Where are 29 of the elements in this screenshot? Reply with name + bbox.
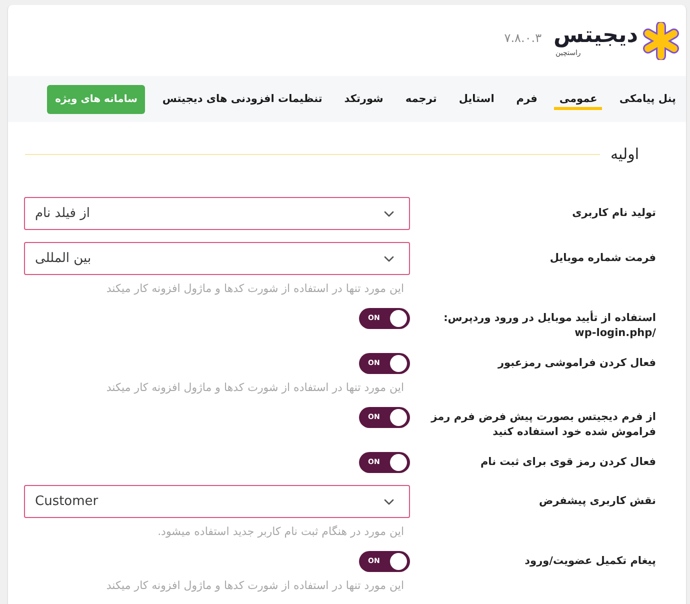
select-dropdown[interactable]: از فیلد نام: [24, 197, 410, 230]
chevron-down-icon: [384, 498, 394, 504]
setting-label: نقش کاربری پیشفرض: [539, 494, 656, 509]
nav-tab[interactable]: فرم: [511, 88, 542, 110]
version-label: ۷.۸.۰.۳: [504, 30, 542, 46]
help-text: این مورد تنها در استفاده از شورت کدها و ماژول افزونه کار میکند: [106, 578, 404, 593]
nav-tab[interactable]: عمومی: [554, 88, 602, 110]
setting-label: استفاده از تأیید موبایل در ورود وردپرس: /wp-login.php: [442, 310, 656, 341]
section-title: اولیه: [610, 144, 639, 164]
nav-tab[interactable]: استایل: [454, 88, 500, 110]
nav-tab[interactable]: شورتکد: [339, 88, 388, 110]
select-dropdown[interactable]: بین المللی: [24, 242, 410, 275]
setting-label: تولید نام کاربری: [572, 206, 656, 221]
chevron-down-icon: [384, 256, 394, 262]
select-dropdown[interactable]: Customer: [24, 485, 410, 518]
nav-tab[interactable]: پنل پیامکی: [614, 88, 681, 110]
logo-wordmark: دیجیتس: [554, 23, 638, 49]
help-text: این مورد تنها در استفاده از شورت کدها و ماژول افزونه کار میکند: [106, 380, 404, 395]
asterisk-logo-icon: [642, 22, 680, 60]
setting-label: فعال کردن فراموشی رمزعبور: [498, 356, 656, 371]
setting-label: پیغام تکمیل عضویت/ورود: [524, 554, 656, 569]
nav-tab[interactable]: ترجمه: [400, 88, 442, 110]
help-text: این مورد در هنگام ثبت نام کاربر جدید استفاده میشود.: [158, 524, 404, 539]
setting-label: از فرم دیجیتس بصورت پیش فرض فرم رمز فراموش شده خود استفاده کنید: [430, 410, 656, 440]
help-text: این مورد تنها در استفاده از شورت کدها و ماژول افزونه کار میکند: [106, 281, 404, 296]
setting-label: فعال کردن رمز قوی برای ثبت نام: [480, 455, 656, 470]
chevron-down-icon: [384, 210, 394, 216]
setting-label: فرمت شماره موبایل: [550, 251, 656, 266]
nav-tab[interactable]: تنظیمات افزودنی های دیجیتس: [157, 88, 328, 110]
